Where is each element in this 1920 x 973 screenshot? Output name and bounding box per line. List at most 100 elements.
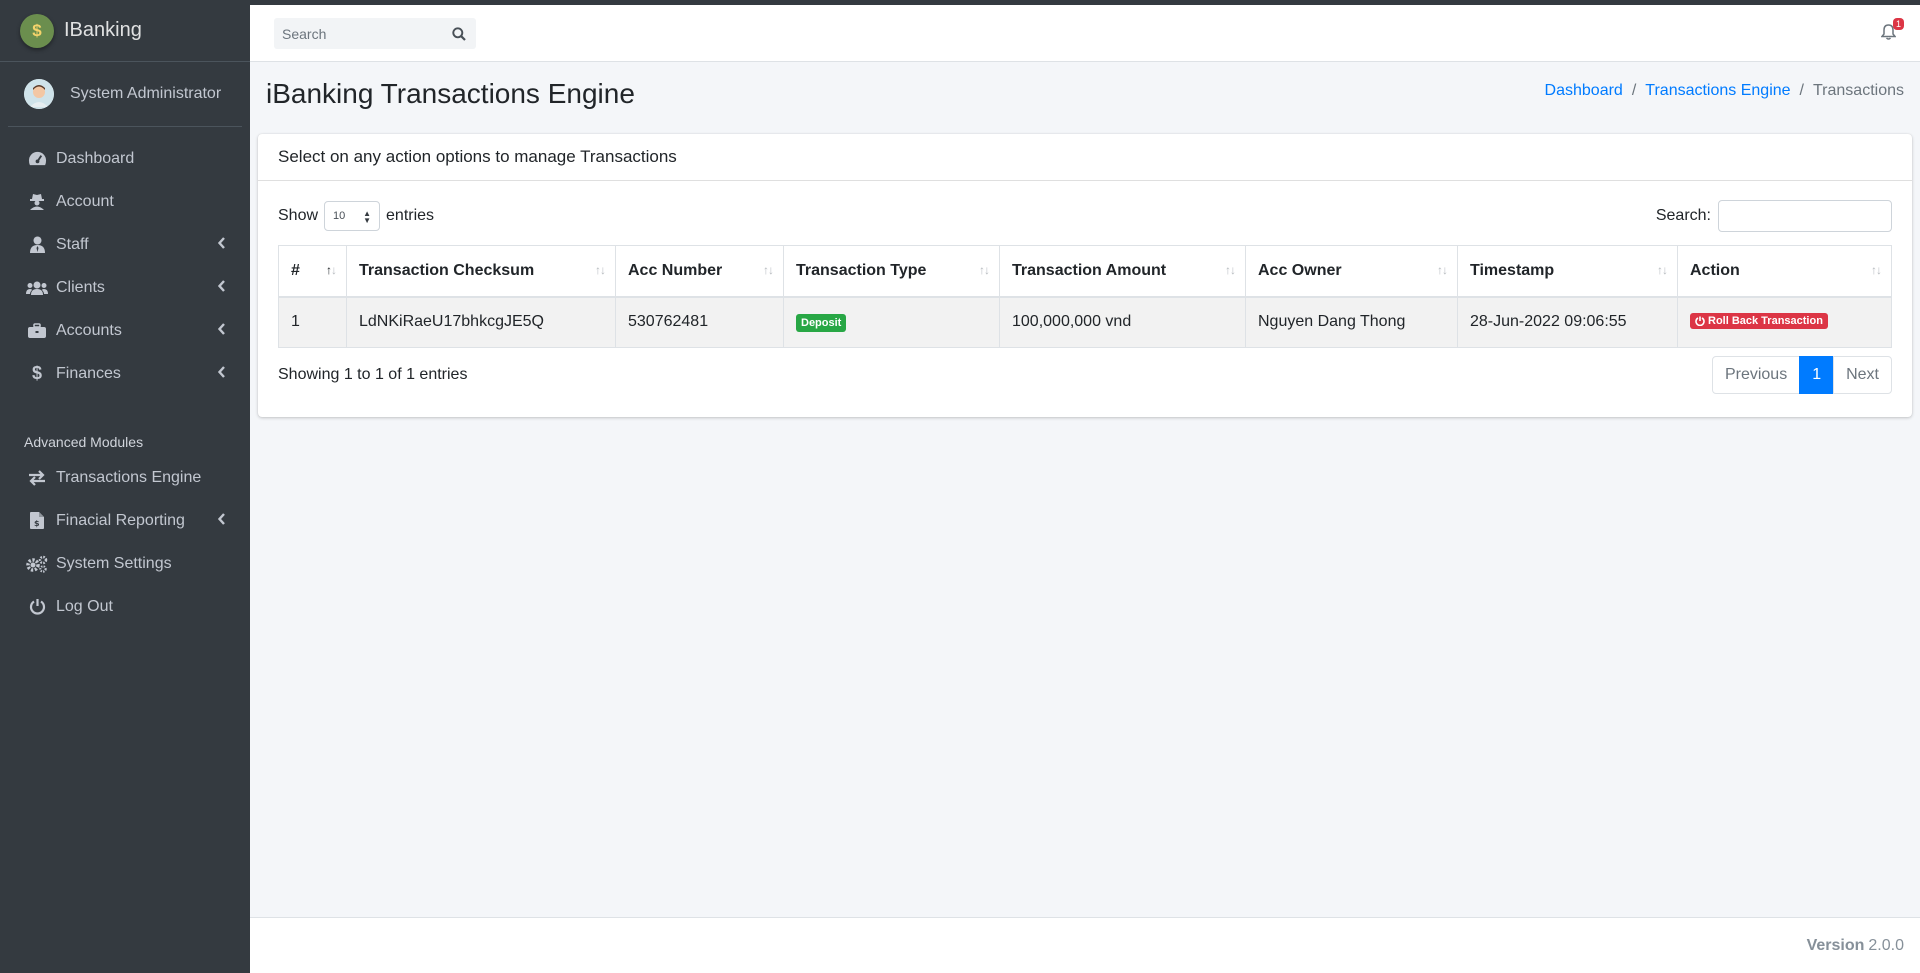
page-length-select[interactable]: 10 ▲ ▼ bbox=[324, 201, 381, 231]
sidebar-item-accounts[interactable]: Accounts bbox=[0, 309, 250, 352]
column-header-action[interactable]: Action ↑↓ bbox=[1677, 245, 1892, 298]
pagination-next[interactable]: Next bbox=[1833, 356, 1892, 394]
column-header-transaction-type[interactable]: Transaction Type ↑↓ bbox=[783, 245, 1000, 298]
sort-icon: ↑↓ bbox=[763, 263, 774, 277]
roll-back-transaction-button[interactable]: Roll Back Transaction bbox=[1690, 313, 1828, 330]
pagination-page-1[interactable]: 1 bbox=[1799, 356, 1835, 394]
sidebar-item-financial-reporting[interactable]: $ Finacial Reporting bbox=[0, 499, 250, 542]
column-header-timestamp[interactable]: Timestamp ↑↓ bbox=[1457, 245, 1678, 298]
transactions-card: Select on any action options to manage T… bbox=[258, 134, 1912, 417]
users-icon bbox=[25, 280, 49, 296]
cell-timestamp: 28-Jun-2022 09:06:55 bbox=[1457, 296, 1678, 348]
sidebar-item-dashboard[interactable]: Dashboard bbox=[0, 137, 250, 180]
sidebar-section-header: Advanced Modules bbox=[24, 434, 144, 450]
sidebar-item-label: Dashboard bbox=[56, 149, 135, 167]
cell-owner: Nguyen Dang Thong bbox=[1245, 296, 1458, 348]
sidebar-item-transactions-engine[interactable]: Transactions Engine bbox=[0, 456, 250, 499]
sort-icon: ↑↓ bbox=[1657, 263, 1668, 277]
table-header-row: # ↑↓ Transaction Checksum ↑↓ Acc Number … bbox=[278, 245, 1892, 298]
breadcrumb-transactions-engine[interactable]: Transactions Engine bbox=[1645, 82, 1790, 100]
cogs-icon bbox=[25, 555, 49, 573]
top-navbar: 1 bbox=[250, 5, 1920, 62]
card-body: Show 10 ▲ ▼ entries Search: # ↑↓ Transac… bbox=[258, 181, 1912, 414]
footer: Version 2.0.0 bbox=[250, 917, 1920, 973]
invoice-icon: $ bbox=[25, 512, 49, 529]
sidebar-item-system-settings[interactable]: System Settings bbox=[0, 542, 250, 585]
user-tie-icon bbox=[25, 236, 49, 253]
entries-label: entries bbox=[386, 207, 435, 224]
sidebar-item-account[interactable]: Account bbox=[0, 180, 250, 223]
search-icon[interactable] bbox=[444, 26, 474, 41]
power-off-icon bbox=[25, 598, 49, 615]
table-controls: Show 10 ▲ ▼ entries Search: bbox=[278, 200, 1892, 232]
brand-link[interactable]: $ IBanking bbox=[0, 0, 250, 62]
column-header-transaction-amount[interactable]: Transaction Amount ↑↓ bbox=[999, 245, 1246, 298]
sort-icon: ↑↓ bbox=[595, 263, 606, 277]
avatar bbox=[24, 79, 54, 109]
length-control: Show 10 ▲ ▼ entries bbox=[278, 201, 434, 231]
sort-icon: ↑↓ bbox=[1225, 263, 1236, 277]
column-header-number[interactable]: # ↑↓ bbox=[278, 245, 347, 298]
breadcrumb-current: Transactions bbox=[1813, 82, 1904, 99]
page-length-value: 10 bbox=[333, 210, 346, 222]
content-header: iBanking Transactions Engine Dashboard /… bbox=[250, 62, 1920, 134]
cell-amount: 100,000,000 vnd bbox=[999, 296, 1246, 348]
money-bag-icon: $ bbox=[20, 13, 54, 48]
breadcrumb-dashboard[interactable]: Dashboard bbox=[1545, 82, 1623, 100]
card-title: Select on any action options to manage T… bbox=[258, 134, 1912, 181]
user-name: System Administrator bbox=[70, 85, 222, 102]
navbar-search bbox=[274, 18, 476, 49]
sidebar-item-label: Finances bbox=[56, 364, 121, 382]
cell-checksum: LdNKiRaeU17bhkcgJE5Q bbox=[346, 296, 616, 348]
table-search-input[interactable] bbox=[1718, 200, 1892, 232]
sidebar-item-clients[interactable]: Clients bbox=[0, 266, 250, 309]
sidebar-item-log-out[interactable]: Log Out bbox=[0, 585, 250, 628]
column-header-acc-number[interactable]: Acc Number ↑↓ bbox=[615, 245, 784, 298]
transactions-table: # ↑↓ Transaction Checksum ↑↓ Acc Number … bbox=[278, 245, 1892, 348]
sort-icon: ↑↓ bbox=[1437, 263, 1448, 277]
sidebar-item-label: Transactions Engine bbox=[56, 468, 202, 486]
breadcrumb-separator: / bbox=[1631, 82, 1637, 99]
sort-icon: ↑↓ bbox=[979, 263, 990, 277]
version-number: 2.0.0 bbox=[1868, 936, 1904, 954]
sidebar-item-label: Accounts bbox=[56, 321, 122, 339]
brand-text: IBanking bbox=[64, 19, 142, 41]
user-panel[interactable]: System Administrator bbox=[8, 62, 242, 127]
notifications-button[interactable]: 1 bbox=[1880, 18, 1904, 45]
column-header-checksum[interactable]: Transaction Checksum ↑↓ bbox=[346, 245, 616, 298]
notification-badge: 1 bbox=[1892, 18, 1904, 30]
status-badge: Deposit bbox=[796, 313, 847, 332]
cell-acc-number: 530762481 bbox=[615, 296, 784, 348]
pagination: Previous 1 Next bbox=[1711, 356, 1892, 394]
chevron-left-icon bbox=[217, 365, 228, 383]
table-info: Showing 1 to 1 of 1 entries bbox=[278, 366, 468, 383]
sidebar-item-staff[interactable]: Staff bbox=[0, 223, 250, 266]
cell-transaction-type: Deposit bbox=[783, 296, 1000, 348]
pagination-previous[interactable]: Previous bbox=[1711, 356, 1801, 394]
navbar-search-input[interactable] bbox=[274, 18, 444, 49]
sidebar-item-label: Account bbox=[56, 192, 114, 210]
sidebar-item-label: Staff bbox=[56, 235, 89, 253]
table-search-label: Search: bbox=[1655, 207, 1711, 224]
table-search: Search: bbox=[1656, 200, 1892, 232]
chevron-left-icon bbox=[217, 279, 228, 297]
sidebar-item-label: System Settings bbox=[56, 554, 172, 572]
tachometer-icon bbox=[25, 150, 49, 167]
sidebar-item-label: Finacial Reporting bbox=[56, 511, 185, 529]
table-footer: Showing 1 to 1 of 1 entries Previous 1 N… bbox=[278, 356, 1892, 394]
sort-icon: ↑↓ bbox=[1871, 263, 1882, 277]
cell-number: 1 bbox=[278, 296, 347, 348]
user-secret-icon bbox=[25, 193, 49, 210]
sidebar-item-label: Clients bbox=[56, 278, 105, 296]
table-row: 1 LdNKiRaeU17bhkcgJE5Q 530762481 Deposit… bbox=[278, 296, 1892, 348]
show-label: Show bbox=[278, 207, 319, 224]
version-label: Version bbox=[1806, 936, 1865, 954]
breadcrumb-separator: / bbox=[1799, 82, 1804, 99]
chevron-left-icon bbox=[217, 512, 228, 530]
svg-text:$: $ bbox=[34, 519, 40, 528]
sidebar-nav: Dashboard Account Staff Clients Accounts… bbox=[0, 127, 250, 628]
sidebar-item-finances[interactable]: $ Finances bbox=[0, 352, 250, 395]
chevron-left-icon bbox=[217, 236, 228, 254]
chevron-left-icon bbox=[217, 322, 228, 340]
column-header-acc-owner[interactable]: Acc Owner ↑↓ bbox=[1245, 245, 1458, 298]
